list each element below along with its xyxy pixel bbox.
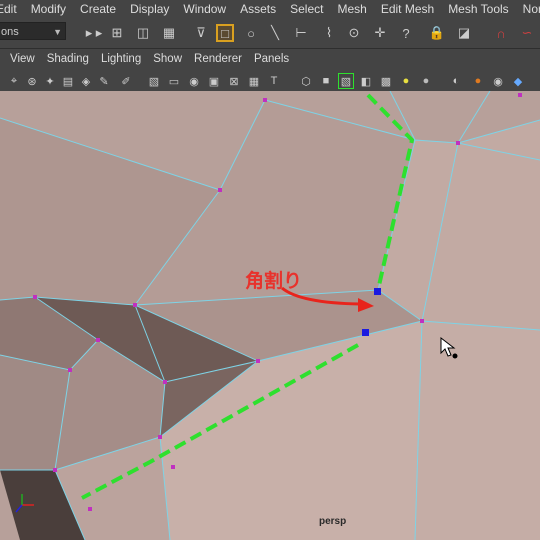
grid-icon[interactable]: ▧ bbox=[146, 73, 162, 89]
select-object-icon[interactable]: ◫ bbox=[134, 24, 152, 42]
split-handle-lower[interactable] bbox=[362, 329, 369, 336]
2d-pan-zoom-icon[interactable]: ◈ bbox=[78, 73, 94, 89]
menu-edit-mesh[interactable]: Edit Mesh bbox=[374, 2, 441, 16]
default-light-icon[interactable]: ● bbox=[398, 73, 414, 89]
mesh-face bbox=[415, 321, 540, 540]
checker-icon[interactable]: ▩ bbox=[378, 73, 394, 89]
wireframe-on-shaded-icon[interactable]: ▧ bbox=[338, 73, 354, 89]
safe-title-icon[interactable]: T bbox=[266, 73, 282, 89]
xray-icon[interactable]: ◐ bbox=[448, 73, 464, 89]
status-line: ons ▼ ▸ ▸ ⊞ ◫ ▦ ⊽ □ ○ ╲ ⊢ ⌇ ⊙ ✛ ? 🔒 ◪ ∩ … bbox=[0, 18, 540, 49]
camera-label: persp bbox=[319, 516, 347, 527]
lock-icon[interactable]: 🔒 bbox=[428, 24, 446, 42]
xray-joints-icon[interactable]: ◉ bbox=[490, 73, 506, 89]
menu-display[interactable]: Display bbox=[123, 2, 176, 16]
vertex-mask-icon[interactable]: □ bbox=[216, 24, 234, 42]
camera-attributes-icon[interactable]: ⊛ bbox=[24, 73, 40, 89]
target-mask-icon[interactable]: ⊙ bbox=[345, 24, 363, 42]
select-component-icon[interactable]: ▦ bbox=[160, 24, 178, 42]
main-menubar: Edit Modify Create Display Window Assets… bbox=[0, 0, 540, 18]
highlight-icon[interactable]: ◪ bbox=[455, 24, 473, 42]
menu-create[interactable]: Create bbox=[73, 2, 123, 16]
panel-menu-shading[interactable]: Shading bbox=[47, 53, 89, 65]
panel-toolbar: ⌖ ⊛ ✦ ▤ ◈ ✎ ✐ ▧ ▭ ◉ ▣ ⊠ ▦ T ⬡ ■ ▧ ◧ ▩ ● … bbox=[0, 71, 540, 91]
edge-split-annotation: 角割り bbox=[245, 270, 303, 292]
menu-mesh-tools[interactable]: Mesh Tools bbox=[441, 2, 515, 16]
panel-menu-lighting[interactable]: Lighting bbox=[101, 53, 141, 65]
panel-menu-panels[interactable]: Panels bbox=[254, 53, 289, 65]
safe-action-icon[interactable]: ▦ bbox=[246, 73, 262, 89]
gate-mask-icon[interactable]: ▣ bbox=[206, 73, 222, 89]
menu-modify[interactable]: Modify bbox=[24, 2, 73, 16]
menu-window[interactable]: Window bbox=[176, 2, 233, 16]
menu-assets[interactable]: Assets bbox=[233, 2, 283, 16]
select-hierarchy-icon[interactable]: ⊞ bbox=[108, 24, 126, 42]
panel-menu-renderer[interactable]: Renderer bbox=[194, 53, 242, 65]
plus-mask-icon[interactable]: ✛ bbox=[371, 24, 389, 42]
camera-select-icon[interactable]: ⌖ bbox=[6, 73, 22, 89]
edge-mask-icon[interactable]: ○ bbox=[242, 24, 260, 42]
mode-dropdown[interactable]: ons ▼ bbox=[0, 22, 66, 40]
bookmark-icon[interactable]: ✦ bbox=[42, 73, 58, 89]
pivot-mask-icon[interactable]: ⌇ bbox=[320, 24, 338, 42]
snap-curve-icon[interactable]: ∽ bbox=[518, 24, 536, 42]
panel-menu-view[interactable]: View bbox=[10, 53, 35, 65]
panel-menu-list: View Shading Lighting Show Renderer Pane… bbox=[10, 53, 301, 65]
wireframe-icon[interactable]: ⬡ bbox=[298, 73, 314, 89]
component-mask-icon-2[interactable]: ▸ bbox=[90, 24, 108, 42]
uv-mask-icon[interactable]: ⊢ bbox=[292, 24, 310, 42]
image-plane-icon[interactable]: ▤ bbox=[60, 73, 76, 89]
split-handle-upper[interactable] bbox=[374, 288, 381, 295]
menu-select[interactable]: Select bbox=[283, 2, 330, 16]
textured-icon[interactable]: ◧ bbox=[358, 73, 374, 89]
help-icon[interactable]: ? bbox=[397, 24, 415, 42]
selection-mask-icon[interactable]: ⊽ bbox=[192, 24, 210, 42]
perspective-viewport[interactable]: 角割り persp bbox=[0, 91, 540, 540]
menu-normals[interactable]: Normals bbox=[516, 2, 540, 16]
panel-menubar: View Shading Lighting Show Renderer Pane… bbox=[0, 49, 540, 72]
menu-mesh[interactable]: Mesh bbox=[330, 2, 373, 16]
pencil-icon[interactable]: ✐ bbox=[118, 73, 134, 89]
panel-menu-show[interactable]: Show bbox=[153, 53, 182, 65]
face-mask-icon[interactable]: ╲ bbox=[266, 24, 284, 42]
film-gate-icon[interactable]: ▭ bbox=[166, 73, 182, 89]
mesh-canvas[interactable] bbox=[0, 91, 540, 540]
resolution-gate-icon[interactable]: ◉ bbox=[186, 73, 202, 89]
isolate-icon[interactable]: ● bbox=[470, 73, 486, 89]
hud-icon[interactable]: ◆ bbox=[510, 73, 526, 89]
smooth-shade-icon[interactable]: ■ bbox=[318, 73, 334, 89]
grease-pencil-icon[interactable]: ✎ bbox=[96, 73, 112, 89]
magnet-icon[interactable]: ∩ bbox=[492, 24, 510, 42]
menu-edit[interactable]: Edit bbox=[0, 2, 24, 16]
shadows-icon[interactable]: ● bbox=[418, 73, 434, 89]
field-chart-icon[interactable]: ⊠ bbox=[226, 73, 242, 89]
chevron-down-icon[interactable]: ▼ bbox=[53, 23, 62, 41]
mode-dropdown-value: ons bbox=[1, 26, 19, 38]
